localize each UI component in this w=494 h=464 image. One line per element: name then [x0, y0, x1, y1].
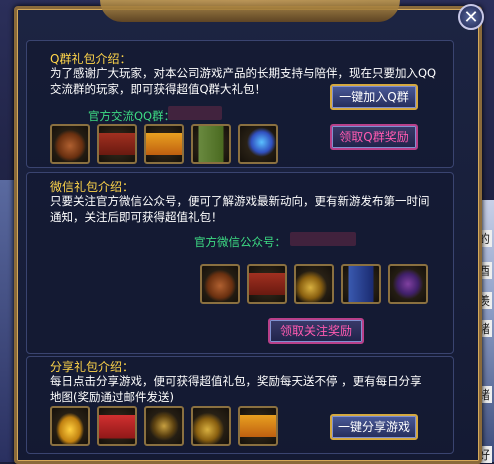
- qq-desc-line2: 交流群的玩家，即可获得超值Q群大礼包！: [50, 82, 267, 96]
- share-reward-slot[interactable]: [50, 406, 90, 446]
- red-gift-icon: [99, 408, 135, 444]
- qq-group-label: 官方交流QQ群：: [88, 109, 176, 123]
- green-book-icon: [193, 126, 229, 162]
- gold-chest-icon: [240, 408, 276, 444]
- share-desc-line1: 每日点击分享游戏，便可获得超值礼包，奖励每天送不停 ，更有每日分享: [50, 374, 422, 388]
- share-reward-slot[interactable]: [97, 406, 137, 446]
- qq-desc-line1: 为了感谢广大玩家，对本公司游戏产品的长期支持与陪伴，现在只要加入QQ: [50, 66, 437, 80]
- potion-icon: [240, 126, 276, 162]
- share-desc-line2: 地图(奖励通过邮件发送): [50, 390, 174, 404]
- join-qq-group-button[interactable]: 一键加入Q群: [330, 84, 418, 110]
- qq-reward-slot[interactable]: [144, 124, 184, 164]
- wechat-account-label: 官方微信公众号：: [194, 235, 286, 249]
- close-button[interactable]: ✕: [458, 4, 484, 30]
- red-chest-icon: [249, 266, 285, 302]
- qq-reward-slot[interactable]: [191, 124, 231, 164]
- qq-reward-slot[interactable]: [97, 124, 137, 164]
- background-left-edge: [0, 180, 14, 462]
- blue-book-icon: [343, 266, 379, 302]
- amulet-icon: [146, 408, 182, 444]
- qq-reward-slot[interactable]: [238, 124, 278, 164]
- claim-follow-reward-button[interactable]: 领取关注奖励: [268, 318, 364, 344]
- claim-qq-reward-button[interactable]: 领取Q群奖励: [330, 124, 418, 150]
- qq-reward-slot[interactable]: [50, 124, 90, 164]
- wechat-reward-slot[interactable]: [200, 264, 240, 304]
- qq-group-number-redacted: [168, 106, 222, 120]
- wechat-desc-line2: 通知，关注后即可获得超值礼包！: [50, 210, 223, 224]
- wechat-reward-slot[interactable]: [341, 264, 381, 304]
- share-reward-slot[interactable]: [191, 406, 231, 446]
- share-reward-slot[interactable]: [144, 406, 184, 446]
- coins-icon: [296, 266, 332, 302]
- share-game-button[interactable]: 一键分享游戏: [330, 414, 418, 440]
- coins-icon: [193, 408, 229, 444]
- red-chest-icon: [99, 126, 135, 162]
- bag-icon: [52, 126, 88, 162]
- top-ornament: [100, 0, 400, 22]
- wechat-reward-slot[interactable]: [294, 264, 334, 304]
- wechat-reward-slot[interactable]: [247, 264, 287, 304]
- bag-icon: [202, 266, 238, 302]
- share-reward-slot[interactable]: [238, 406, 278, 446]
- wechat-desc-line1: 只要关注官方微信公众号，便可了解游戏最新动向，更有新游发布第一时间: [50, 194, 430, 208]
- wechat-reward-slot[interactable]: [388, 264, 428, 304]
- scroll-icon: [390, 266, 426, 302]
- gold-ingot-icon: [52, 408, 88, 444]
- wechat-account-redacted: [290, 232, 356, 246]
- gold-chest-icon: [146, 126, 182, 162]
